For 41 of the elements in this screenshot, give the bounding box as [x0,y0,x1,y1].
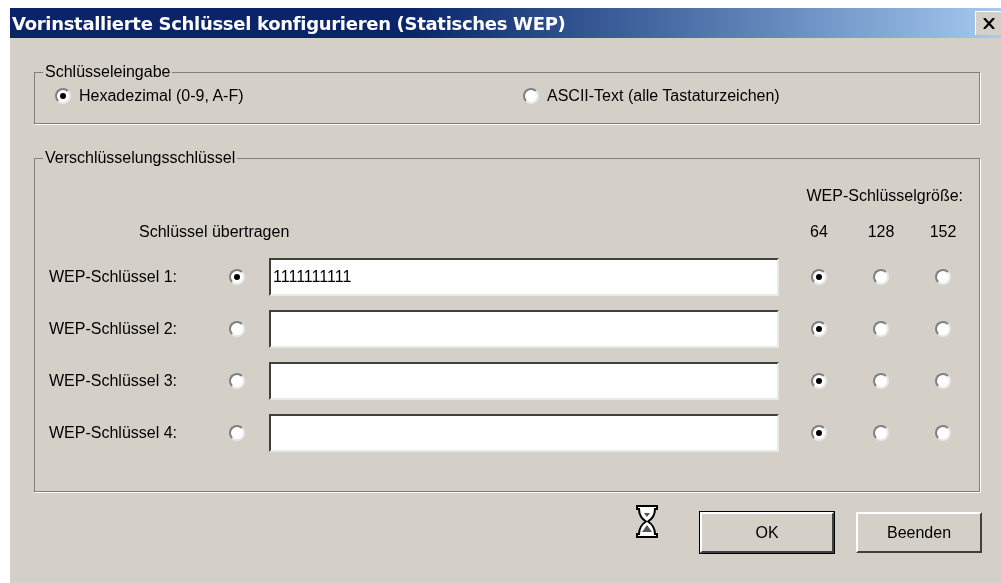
radio-button[interactable] [811,425,827,441]
radio-button[interactable] [523,88,539,104]
column-heading: 64 [810,222,828,242]
column-heading: 152 [929,222,957,242]
close-icon [982,18,995,29]
key-label: WEP-Schlüssel 1: [49,267,179,287]
key-label: WEP-Schlüssel 4: [49,423,179,443]
radio-button[interactable] [229,321,245,337]
key-field[interactable]: 1111111111 [269,258,779,296]
key-label: WEP-Schlüssel 2: [49,319,179,339]
radio-button[interactable] [873,425,889,441]
radio-button[interactable] [935,321,951,337]
column-heading: Schlüssel übertragen [139,223,290,240]
dialog-button[interactable]: Beenden [856,512,982,553]
window-title: Vorinstallierte Schlüssel konfigurieren (Statisches WEP) [11,11,566,36]
radio-button[interactable] [935,269,951,285]
key-label: WEP-Schlüssel 3: [49,371,179,391]
radio-button[interactable] [229,373,245,389]
close-button[interactable] [975,11,1001,35]
radio-button[interactable] [811,269,827,285]
column-heading: 128 [867,222,895,242]
group-label: Schlüsseleingabe [44,62,172,82]
radio-button[interactable] [935,425,951,441]
option-label: ASCII-Text (alle Tastaturzeichen) [547,86,780,106]
dialog-button[interactable]: OK [700,512,834,553]
radio-button[interactable] [811,373,827,389]
key-field[interactable] [269,362,779,400]
radio-button[interactable] [873,373,889,389]
column-heading: WEP-Schlüsselgröße: [806,186,963,206]
radio-button[interactable] [229,425,245,441]
hourglass-icon [636,505,658,538]
radio-button[interactable] [229,269,245,285]
radio-button[interactable] [873,321,889,337]
radio-button[interactable] [811,321,827,337]
group-label: Verschlüsselungsschlüssel [44,148,237,168]
key-field[interactable] [269,310,779,348]
option-label: Hexadezimal (0-9, A-F) [79,86,244,106]
radio-button[interactable] [935,373,951,389]
key-field[interactable] [269,414,779,452]
radio-button[interactable] [873,269,889,285]
radio-button[interactable] [55,88,71,104]
